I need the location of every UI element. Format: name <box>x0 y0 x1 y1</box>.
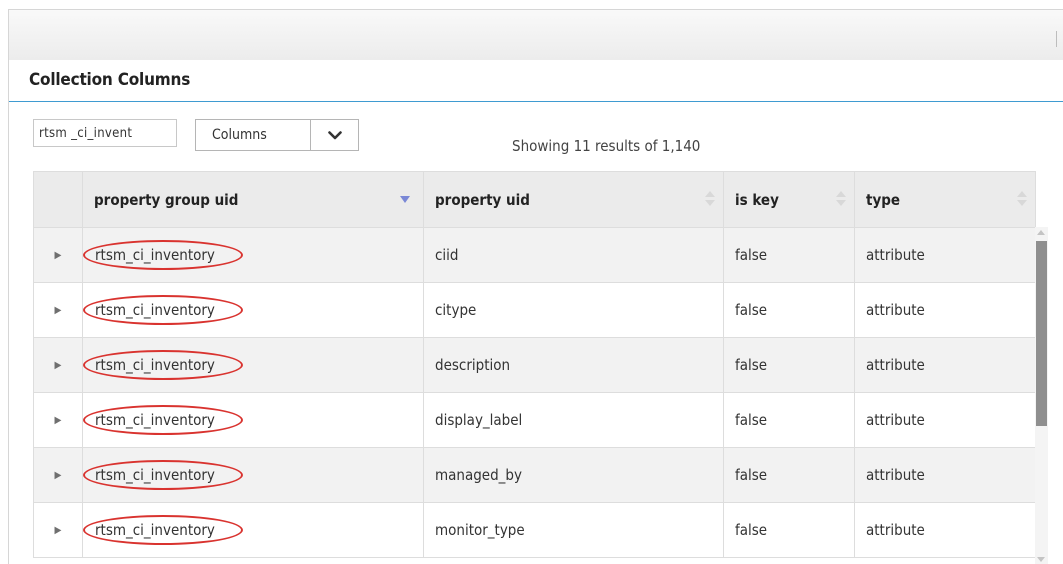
table-row[interactable]: ▶ rtsm_ci_inventory managed_by false att… <box>33 447 1036 503</box>
cell-property-uid: citype <box>423 282 724 338</box>
header-label: property uid <box>435 190 530 209</box>
sort-icon <box>705 191 715 209</box>
cell-is-key: false <box>723 282 855 338</box>
header-property-group-uid[interactable]: property group uid <box>82 171 424 228</box>
columns-dropdown[interactable]: Columns <box>195 119 359 151</box>
sort-descending-icon <box>400 196 410 203</box>
expand-row-button[interactable]: ▶ <box>33 392 83 448</box>
header-label: type <box>866 190 901 209</box>
expand-column-header <box>33 171 83 228</box>
cell-type: attribute <box>854 337 1036 393</box>
cell-is-key: false <box>723 337 855 393</box>
scroll-down-icon[interactable] <box>1037 557 1045 562</box>
table-row[interactable]: ▶ rtsm_ci_inventory citype false attribu… <box>33 282 1036 338</box>
sort-icon <box>836 191 846 209</box>
cell-type: attribute <box>854 392 1036 448</box>
caret-right-icon: ▶ <box>54 304 62 316</box>
cell-type: attribute <box>854 447 1036 503</box>
header-label: property group uid <box>94 190 239 209</box>
annotation-oval: rtsm_ci_inventory <box>83 405 243 435</box>
cell-type: attribute <box>854 502 1036 558</box>
annotation-oval: rtsm_ci_inventory <box>83 460 243 490</box>
expand-row-button[interactable]: ▶ <box>33 337 83 393</box>
annotation-oval: rtsm_ci_inventory <box>83 350 243 380</box>
toolbar-divider <box>1056 31 1057 47</box>
expand-row-button[interactable]: ▶ <box>33 502 83 558</box>
caret-right-icon: ▶ <box>54 249 62 261</box>
cell-is-key: false <box>723 392 855 448</box>
cell-property-uid: monitor_type <box>423 502 724 558</box>
header-is-key[interactable]: is key <box>723 171 855 228</box>
columns-table: property group uid property uid is key t… <box>33 171 1036 558</box>
dropdown-toggle-button[interactable] <box>310 120 358 150</box>
caret-right-icon: ▶ <box>54 524 62 536</box>
table-header-row: property group uid property uid is key t… <box>33 171 1036 228</box>
panel-title: Collection Columns <box>29 70 191 90</box>
cell-type: attribute <box>854 227 1036 283</box>
scroll-up-icon[interactable] <box>1037 230 1045 235</box>
columns-dropdown-value: Columns <box>212 127 267 143</box>
cell-property-uid: description <box>423 337 724 393</box>
caret-right-icon: ▶ <box>54 469 62 481</box>
table-row[interactable]: ▶ rtsm_ci_inventory ciid false attribute <box>33 227 1036 283</box>
table-row[interactable]: ▶ rtsm_ci_inventory description false at… <box>33 337 1036 393</box>
results-count: Showing 11 results of 1,140 <box>512 137 701 155</box>
table-scrollbar[interactable] <box>1035 227 1048 564</box>
top-toolbar <box>8 9 1063 60</box>
title-divider <box>9 101 1063 102</box>
chevron-down-icon <box>327 130 342 139</box>
table-row[interactable]: ▶ rtsm_ci_inventory monitor_type false a… <box>33 502 1036 558</box>
sort-icon <box>1017 191 1027 209</box>
cell-property-group-uid: rtsm_ci_inventory <box>82 282 424 338</box>
search-filter-input[interactable]: rtsm _ci_invent <box>33 119 177 147</box>
table-row[interactable]: ▶ rtsm_ci_inventory display_label false … <box>33 392 1036 448</box>
caret-right-icon: ▶ <box>54 359 62 371</box>
cell-property-group-uid: rtsm_ci_inventory <box>82 447 424 503</box>
cell-is-key: false <box>723 227 855 283</box>
cell-property-group-uid: rtsm_ci_inventory <box>82 227 424 283</box>
annotation-oval: rtsm_ci_inventory <box>83 515 243 545</box>
cell-property-uid: managed_by <box>423 447 724 503</box>
expand-row-button[interactable]: ▶ <box>33 227 83 283</box>
cell-is-key: false <box>723 447 855 503</box>
cell-is-key: false <box>723 502 855 558</box>
scrollbar-thumb[interactable] <box>1036 241 1047 426</box>
header-type[interactable]: type <box>854 171 1036 228</box>
cell-property-uid: ciid <box>423 227 724 283</box>
header-property-uid[interactable]: property uid <box>423 171 724 228</box>
annotation-oval: rtsm_ci_inventory <box>83 240 243 270</box>
cell-property-group-uid: rtsm_ci_inventory <box>82 337 424 393</box>
cell-property-group-uid: rtsm_ci_inventory <box>82 392 424 448</box>
cell-property-group-uid: rtsm_ci_inventory <box>82 502 424 558</box>
expand-row-button[interactable]: ▶ <box>33 447 83 503</box>
annotation-oval: rtsm_ci_inventory <box>83 295 243 325</box>
caret-right-icon: ▶ <box>54 414 62 426</box>
header-label: is key <box>735 190 779 209</box>
cell-property-uid: display_label <box>423 392 724 448</box>
cell-type: attribute <box>854 282 1036 338</box>
expand-row-button[interactable]: ▶ <box>33 282 83 338</box>
